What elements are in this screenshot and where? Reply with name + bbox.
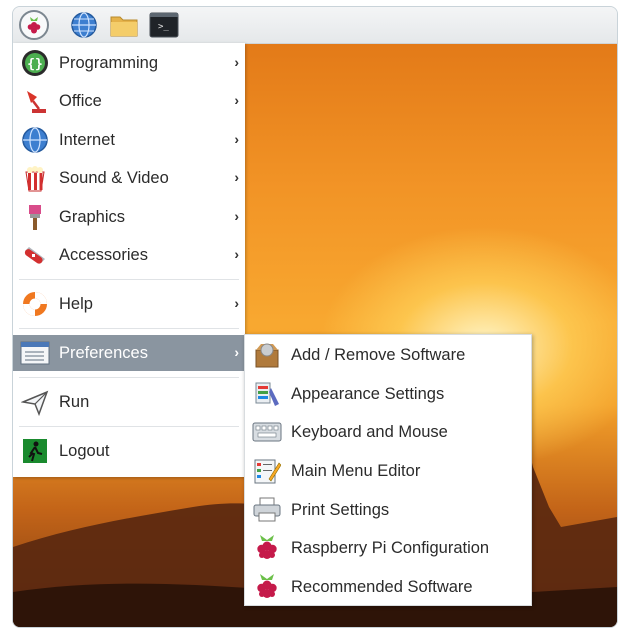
submenu-item-label: Recommended Software [291, 577, 473, 596]
submenu-item-label: Print Settings [291, 500, 390, 519]
menu-separator [19, 328, 239, 329]
menu-item-office[interactable]: Office › [13, 83, 245, 119]
menu-item-label: Office [59, 91, 102, 110]
menu-item-programming[interactable]: {} Programming › [13, 45, 245, 81]
package-icon [251, 339, 283, 371]
submenu-item-label: Raspberry Pi Configuration [291, 538, 490, 557]
raspberry-icon [251, 571, 283, 603]
paper-plane-icon [19, 386, 51, 418]
submenu-arrow-icon: › [234, 295, 239, 311]
submenu-arrow-icon: › [234, 208, 239, 224]
printer-icon [251, 494, 283, 526]
menu-item-sound-video[interactable]: Sound & Video › [13, 160, 245, 196]
menu-item-label: Sound & Video [59, 168, 169, 187]
popcorn-icon [19, 162, 51, 194]
submenu-arrow-icon: › [234, 54, 239, 70]
menu-item-label: Internet [59, 130, 115, 149]
submenu-item-add-remove-software[interactable]: Add / Remove Software [245, 337, 531, 373]
code-braces-icon: {} [19, 47, 51, 79]
menu-item-label: Run [59, 392, 90, 411]
submenu-item-label: Keyboard and Mouse [291, 422, 448, 441]
submenu-arrow-icon: › [234, 246, 239, 262]
submenu-item-main-menu-editor[interactable]: Main Menu Editor [245, 453, 531, 489]
submenu-item-label: Main Menu Editor [291, 461, 421, 480]
submenu-item-label: Appearance Settings [291, 384, 445, 403]
menu-item-run[interactable]: Run [13, 384, 245, 420]
menu-separator [19, 279, 239, 280]
menu-item-label: Help [59, 294, 93, 313]
globe-icon [71, 12, 97, 38]
submenu-item-recommended-software[interactable]: Recommended Software [245, 569, 531, 605]
menu-item-internet[interactable]: Internet › [13, 122, 245, 158]
file-manager-button[interactable] [109, 11, 139, 39]
exit-icon [19, 435, 51, 467]
terminal-prompt: >_ [158, 22, 169, 32]
submenu-item-print-settings[interactable]: Print Settings [245, 492, 531, 528]
screen-frame: >_ {} Programming › Office › Internet › [12, 6, 618, 628]
menu-item-label: Graphics [59, 207, 126, 226]
raspberry-icon [251, 532, 283, 564]
menu-item-accessories[interactable]: Accessories › [13, 237, 245, 273]
paintbrush-icon [19, 201, 51, 233]
raspberry-icon [27, 17, 41, 34]
taskbar: >_ [13, 7, 617, 44]
submenu-arrow-icon: › [234, 169, 239, 185]
menu-item-logout[interactable]: Logout [13, 433, 245, 469]
web-browser-button[interactable] [69, 11, 99, 39]
applications-menu-button[interactable] [19, 10, 49, 40]
submenu-arrow-icon: › [234, 92, 239, 108]
menu-item-label: Accessories [59, 245, 148, 264]
submenu-item-raspberry-pi-configuration[interactable]: Raspberry Pi Configuration [245, 530, 531, 566]
submenu-arrow-icon: › [234, 131, 239, 147]
svg-text:{}: {} [27, 57, 43, 72]
menu-item-preferences[interactable]: Preferences › [13, 335, 245, 371]
menu-item-label: Preferences [59, 343, 148, 362]
swiss-knife-icon [19, 239, 51, 271]
office-lamp-icon [19, 85, 51, 117]
submenu-item-label: Add / Remove Software [291, 345, 466, 364]
folder-icon [110, 16, 138, 37]
submenu-item-keyboard-and-mouse[interactable]: Keyboard and Mouse [245, 414, 531, 450]
terminal-button[interactable]: >_ [149, 11, 179, 39]
menu-item-graphics[interactable]: Graphics › [13, 199, 245, 235]
globe-icon [19, 124, 51, 156]
menu-separator [19, 377, 239, 378]
submenu-item-appearance-settings[interactable]: Appearance Settings [245, 376, 531, 412]
menu-item-help[interactable]: Help › [13, 286, 245, 322]
menu-separator [19, 426, 239, 427]
control-panel-icon [19, 337, 51, 369]
submenu-arrow-icon: › [234, 344, 239, 360]
applications-menu: {} Programming › Office › Internet › Sou… [13, 43, 245, 477]
keyboard-icon [251, 416, 283, 448]
preferences-submenu: Add / Remove Software Appearance Setting… [244, 334, 532, 606]
menu-item-label: Logout [59, 441, 110, 460]
menu-item-label: Programming [59, 53, 159, 72]
appearance-icon [251, 378, 283, 410]
lifebuoy-icon [19, 288, 51, 320]
menu-editor-icon [251, 455, 283, 487]
